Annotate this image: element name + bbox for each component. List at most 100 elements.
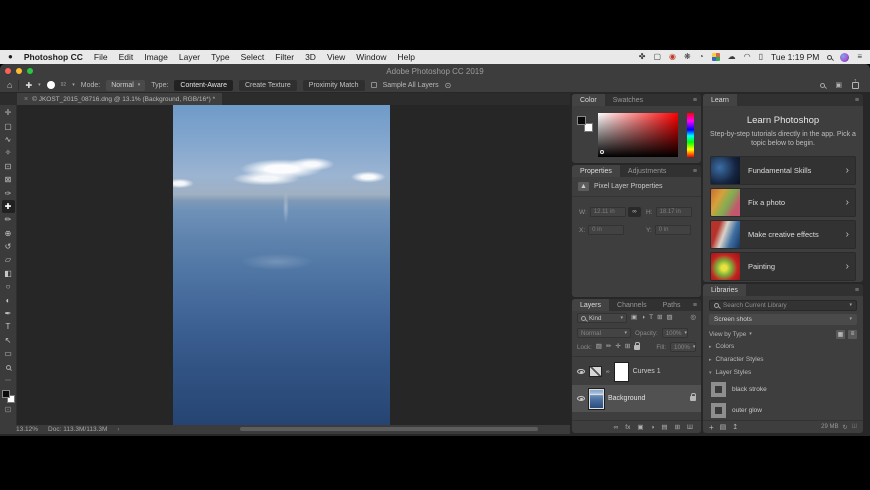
brush-preview-icon[interactable] [47,81,55,89]
filter-toggle-icon[interactable]: ◎ [690,315,696,322]
tab-paths[interactable]: Paths [655,299,689,311]
menu-view[interactable]: View [327,52,345,62]
layer-styles-icon[interactable]: fx [625,424,630,431]
opacity-input[interactable]: 100% ▾ [662,328,688,338]
edit-toolbar-icon[interactable]: ⋯ [2,374,15,387]
foreground-color-swatch[interactable] [2,390,10,398]
menu-photoshop-cc[interactable]: Photoshop CC [24,52,83,62]
menu-file[interactable]: File [94,52,108,62]
delete-layer-icon[interactable]: Ш [687,424,693,431]
search-icon[interactable] [820,83,825,88]
library-search-input[interactable]: Search Current Library ▾ [709,300,857,311]
home-icon[interactable]: ⌂ [7,80,12,90]
lock-position-icon[interactable]: ✛ [615,344,620,351]
spot-healing-brush-tool[interactable]: ✚ [2,200,15,213]
clone-stamp-tool[interactable]: ⊕ [2,227,15,240]
display-icon[interactable]: ▢ [653,53,661,61]
link-dimensions-icon[interactable]: ∞ [628,207,641,217]
fill-input[interactable]: 100% ▾ [670,342,696,352]
layer-mask-thumbnail[interactable] [614,362,629,382]
proximity-match-button[interactable]: Proximity Match [303,80,365,91]
apple-menu-icon[interactable]: ● [8,53,13,61]
library-select[interactable]: Screen shots ▾ [709,314,857,325]
wifi-icon[interactable]: ◠ [744,53,751,61]
content-aware-button[interactable]: Content-Aware [174,80,233,91]
panel-menu-icon[interactable]: ≡ [855,94,859,106]
brush-tool[interactable]: ✏ [2,213,15,226]
tutorial-card-fundamental-skills[interactable]: Fundamental Skills › [710,156,856,185]
filter-smart-objects-icon[interactable]: ▨ [667,315,673,322]
tab-learn[interactable]: Learn [703,94,737,106]
hue-slider[interactable] [687,113,694,157]
sync-upload-icon[interactable]: ↥ [732,423,738,431]
filter-kind-select[interactable]: Kind ▾ [577,313,627,323]
document-canvas-image[interactable] [173,105,390,425]
grid-view-icon[interactable]: ▦ [836,330,845,339]
sample-all-layers-checkbox[interactable] [371,82,377,88]
height-input[interactable]: 18.17 in [656,207,692,217]
create-texture-button[interactable]: Create Texture [239,80,297,91]
menu-help[interactable]: Help [397,52,414,62]
tab-libraries[interactable]: Libraries [703,284,746,296]
x-input[interactable]: 0 in [588,225,624,235]
type-tool[interactable]: T [2,320,15,333]
menu-select[interactable]: Select [241,52,265,62]
menu-edit[interactable]: Edit [119,52,134,62]
crop-tool[interactable]: ⊡ [2,160,15,173]
filter-adjustment-layers-icon[interactable]: ◑ [641,315,645,322]
asset-black-stroke[interactable]: black stroke [709,379,857,400]
layer-blend-mode-select[interactable]: Normal ▾ [577,328,631,338]
layer-name[interactable]: Background [608,395,645,402]
eyedropper-tool[interactable]: ✑ [2,186,15,199]
layer-visibility-icon[interactable] [577,396,585,401]
pen-tool[interactable]: ✒ [2,307,15,320]
red-app-icon[interactable]: ◉ [669,53,676,61]
panel-menu-icon[interactable]: ≡ [855,284,859,296]
curves-adjustment-thumbnail[interactable] [589,366,602,377]
filter-pixel-layers-icon[interactable]: ▣ [631,315,637,322]
new-group-icon[interactable]: ▤ [661,423,667,431]
close-tab-icon[interactable]: × [24,96,28,103]
quick-mask-icon[interactable]: ⊡ [2,403,15,416]
y-input[interactable]: 0 in [655,225,691,235]
history-brush-tool[interactable]: ↺ [2,240,15,253]
tab-swatches[interactable]: Swatches [605,94,651,106]
tutorial-card-fix-a-photo[interactable]: Fix a photo › [710,188,856,217]
tab-adjustments[interactable]: Adjustments [620,165,675,177]
lasso-tool[interactable]: ∿ [2,133,15,146]
delete-asset-icon[interactable]: Ш [852,424,858,430]
layer-thumbnail[interactable] [589,389,604,409]
zoom-tool[interactable] [2,360,15,373]
menu-type[interactable]: Type [211,52,229,62]
color-picker-marker[interactable] [600,150,604,154]
layer-row-curves[interactable]: ∞ Curves 1 [572,358,701,385]
blend-mode-select[interactable]: Normal ▾ [106,80,145,91]
document-tab[interactable]: × © JKOST_2015_08716.dng @ 13.1% (Backgr… [17,93,222,105]
lock-all-icon[interactable] [634,345,640,350]
add-asset-icon[interactable]: + [709,423,714,432]
status-chevron-icon[interactable]: › [117,427,119,433]
eraser-tool[interactable]: ▱ [2,253,15,266]
menu-filter[interactable]: Filter [275,52,294,62]
panel-menu-icon[interactable]: ≡ [693,299,697,311]
menu-3d[interactable]: 3D [305,52,316,62]
dodge-tool[interactable]: ◐ [2,293,15,306]
foreground-color-swatch[interactable] [577,116,586,125]
new-library-folder-icon[interactable]: ▤ [720,423,727,431]
share-icon[interactable] [852,82,859,89]
workspace-switcher-icon[interactable]: ▣ [835,81,842,89]
asset-outer-glow[interactable]: outer glow [709,400,857,421]
path-selection-tool[interactable]: ↖ [2,334,15,347]
gradient-tool[interactable]: ◧ [2,267,15,280]
battery-icon[interactable]: ▯ [759,53,763,61]
tab-layers[interactable]: Layers [572,299,609,311]
menu-window[interactable]: Window [356,52,386,62]
lock-image-icon[interactable]: ✏ [606,344,611,351]
move-tool[interactable]: ✛ [2,106,15,119]
width-input[interactable]: 12.11 in [590,207,626,217]
section-character-styles[interactable]: ▸ Character Styles [709,353,857,366]
color-fg-bg-swatches[interactable] [577,116,593,132]
panel-menu-icon[interactable]: ≡ [693,94,697,106]
gear-icon[interactable]: ❋ [684,53,691,61]
list-view-icon[interactable]: ≡ [848,330,857,339]
